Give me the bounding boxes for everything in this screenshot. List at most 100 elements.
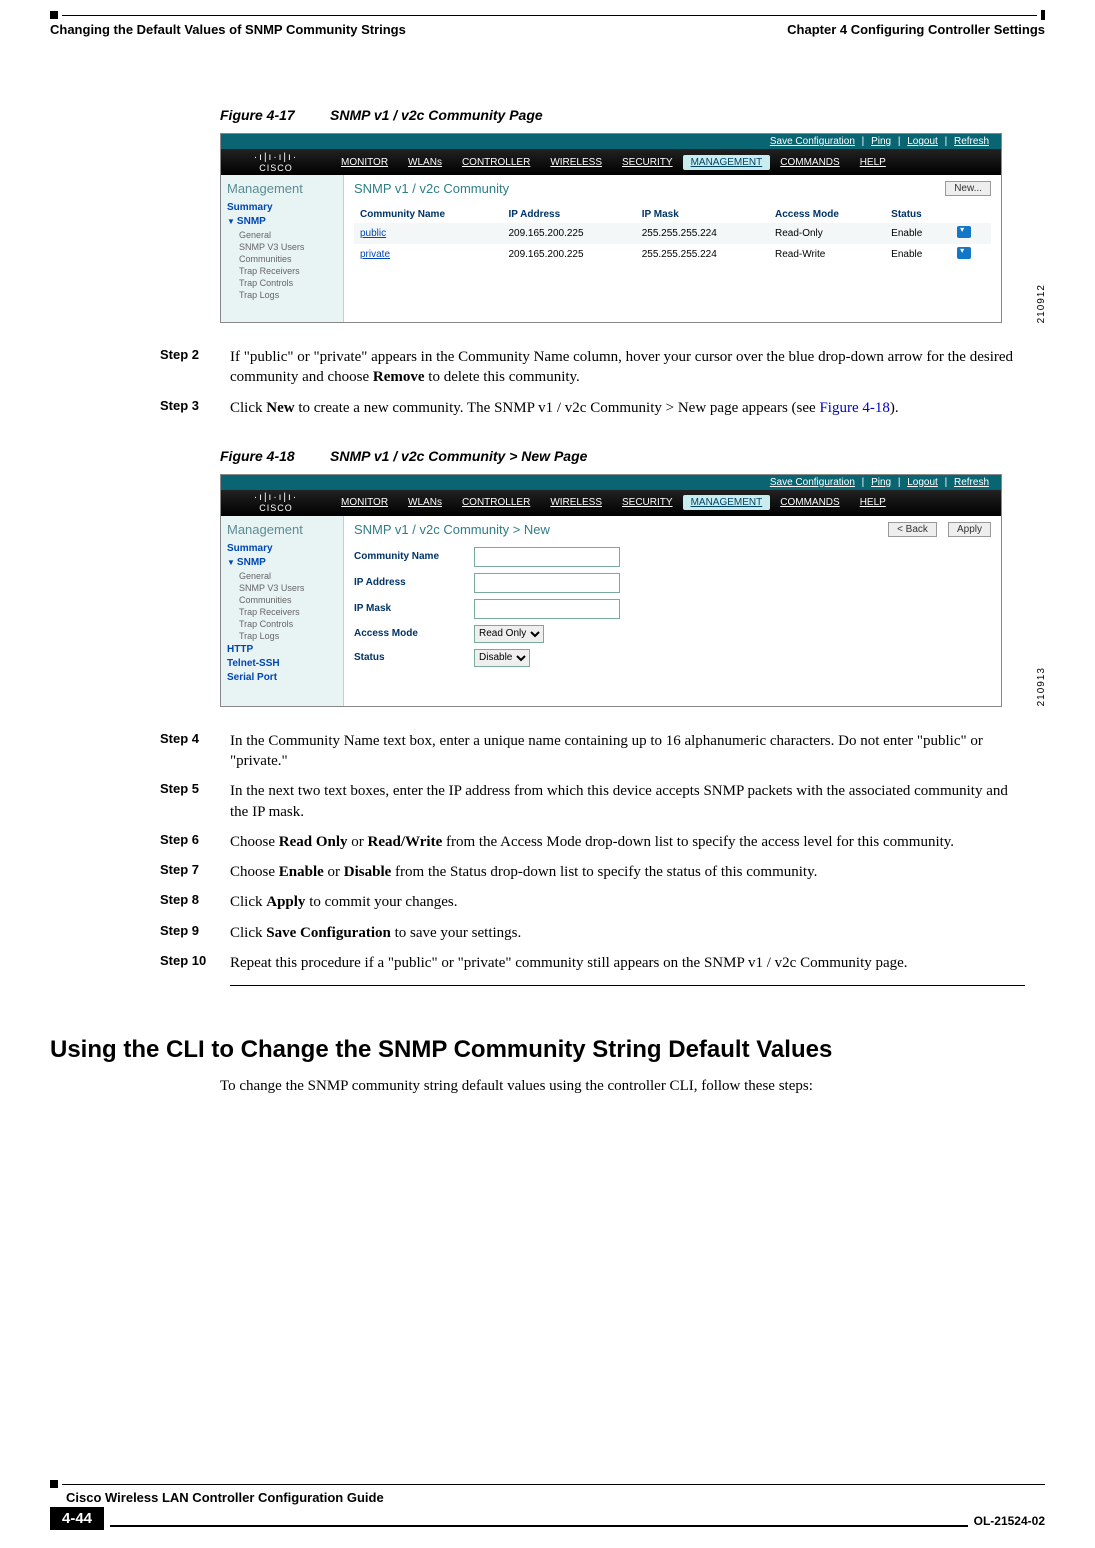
sidebar-general[interactable]: General <box>239 571 337 581</box>
sidebar-trap-receivers[interactable]: Trap Receivers <box>239 266 337 276</box>
menu-wlans[interactable]: WLANs <box>398 157 452 168</box>
refresh-link[interactable]: Refresh <box>954 136 989 147</box>
ping-link[interactable]: Ping <box>871 477 891 488</box>
step-5-text: In the next two text boxes, enter the IP… <box>230 781 1025 822</box>
community-public-link[interactable]: public <box>360 228 386 239</box>
section-end-rule <box>230 985 1025 986</box>
sidebar-communities[interactable]: Communities <box>239 254 337 264</box>
step-10-text: Repeat this procedure if a "public" or "… <box>230 953 1025 973</box>
menu-wlans[interactable]: WLANs <box>398 497 452 508</box>
cisco-logo: ·ı|ı·ı|ı· CISCO <box>221 152 331 173</box>
cisco-logo: ·ı|ı·ı|ı· CISCO <box>221 492 331 513</box>
cell-status: Enable <box>885 223 951 244</box>
apply-button[interactable]: Apply <box>948 522 991 537</box>
sidebar-trap-receivers[interactable]: Trap Receivers <box>239 607 337 617</box>
back-button[interactable]: < Back <box>888 522 937 537</box>
th-status: Status <box>885 206 951 223</box>
menu-monitor[interactable]: MONITOR <box>331 497 398 508</box>
table-row: public 209.165.200.225 255.255.255.224 R… <box>354 223 991 244</box>
cell-status: Enable <box>885 244 951 265</box>
step-7-label: Step 7 <box>160 862 230 882</box>
save-config-link[interactable]: Save Configuration <box>770 477 855 488</box>
sidebar-title: Management <box>227 181 337 196</box>
refresh-link[interactable]: Refresh <box>954 477 989 488</box>
menu-commands[interactable]: COMMANDS <box>770 157 849 168</box>
label-ip: IP Address <box>354 577 474 588</box>
access-mode-select[interactable]: Read Only <box>474 625 544 643</box>
label-access-mode: Access Mode <box>354 628 474 639</box>
sidebar-trap-logs[interactable]: Trap Logs <box>239 631 337 641</box>
menu-controller[interactable]: CONTROLLER <box>452 497 540 508</box>
cell-ip: 209.165.200.225 <box>502 223 635 244</box>
menu-help[interactable]: HELP <box>850 497 896 508</box>
ip-address-input[interactable] <box>474 573 620 593</box>
label-community-name: Community Name <box>354 551 474 562</box>
figure-4-18-caption: Figure 4-18SNMP v1 / v2c Community > New… <box>220 448 1025 464</box>
figure-4-18-xref[interactable]: Figure 4-18 <box>819 400 889 416</box>
save-config-link[interactable]: Save Configuration <box>770 136 855 147</box>
menu-commands[interactable]: COMMANDS <box>770 497 849 508</box>
community-name-input[interactable] <box>474 547 620 567</box>
th-mask: IP Mask <box>636 206 769 223</box>
menu-management[interactable]: MANAGEMENT <box>683 495 771 510</box>
new-button[interactable]: New... <box>945 181 991 196</box>
ping-link[interactable]: Ping <box>871 136 891 147</box>
sidebar-snmp[interactable]: ▼SNMP <box>227 557 337 568</box>
sidebar-2: Management Summary ▼SNMP General SNMP V3… <box>221 516 344 706</box>
sidebar-telnet[interactable]: Telnet-SSH <box>227 658 337 669</box>
label-status: Status <box>354 652 474 663</box>
menu-help[interactable]: HELP <box>850 157 896 168</box>
sidebar-trap-logs[interactable]: Trap Logs <box>239 290 337 300</box>
logout-link[interactable]: Logout <box>907 477 938 488</box>
community-table: Community Name IP Address IP Mask Access… <box>354 206 991 265</box>
status-select[interactable]: Disable <box>474 649 530 667</box>
sidebar-http[interactable]: HTTP <box>227 644 337 655</box>
page-title: SNMP v1 / v2c Community <box>354 181 509 196</box>
logout-link[interactable]: Logout <box>907 136 938 147</box>
row-dropdown-icon[interactable] <box>957 226 971 238</box>
step-6-label: Step 6 <box>160 832 230 852</box>
menu-wireless[interactable]: WIRELESS <box>540 157 612 168</box>
menu-controller[interactable]: CONTROLLER <box>452 157 540 168</box>
menu-management[interactable]: MANAGEMENT <box>683 155 771 170</box>
footer-doc-title: Cisco Wireless LAN Controller Configurat… <box>66 1490 1045 1505</box>
sidebar-summary[interactable]: Summary <box>227 202 337 213</box>
figure-4-17-caption: Figure 4-17SNMP v1 / v2c Community Page <box>220 107 1025 123</box>
page-title-new: SNMP v1 / v2c Community > New <box>354 522 550 537</box>
sidebar-general[interactable]: General <box>239 230 337 240</box>
sidebar-summary[interactable]: Summary <box>227 543 337 554</box>
sidebar-snmpv3[interactable]: SNMP V3 Users <box>239 242 337 252</box>
sidebar-trap-controls[interactable]: Trap Controls <box>239 278 337 288</box>
menu-monitor[interactable]: MONITOR <box>331 157 398 168</box>
ip-mask-input[interactable] <box>474 599 620 619</box>
step-4-label: Step 4 <box>160 731 230 772</box>
figure-id-2: 210913 <box>1036 667 1047 706</box>
cisco-top-links: Save Configuration | Ping | Logout | Ref… <box>221 134 1001 149</box>
sidebar-communities[interactable]: Communities <box>239 595 337 605</box>
community-private-link[interactable]: private <box>360 249 390 260</box>
menu-wireless[interactable]: WIRELESS <box>540 497 612 508</box>
cli-intro-text: To change the SNMP community string defa… <box>220 1078 1045 1095</box>
cisco-top-links-2: Save Configuration | Ping | Logout | Ref… <box>221 475 1001 490</box>
header-section: Changing the Default Values of SNMP Comm… <box>50 22 406 37</box>
step-10-label: Step 10 <box>160 953 230 973</box>
th-community-name: Community Name <box>354 206 502 223</box>
label-mask: IP Mask <box>354 603 474 614</box>
sidebar-snmpv3[interactable]: SNMP V3 Users <box>239 583 337 593</box>
section-heading-cli: Using the CLI to Change the SNMP Communi… <box>50 1036 1045 1064</box>
step-9-text: Click Save Configuration to save your se… <box>230 923 1025 943</box>
row-dropdown-icon[interactable] <box>957 247 971 259</box>
figure-4-17-screenshot: Save Configuration | Ping | Logout | Ref… <box>220 133 1002 323</box>
cell-mode: Read-Only <box>769 223 885 244</box>
cell-mask: 255.255.255.224 <box>636 223 769 244</box>
step-3-label: Step 3 <box>160 398 230 418</box>
sidebar: Management Summary ▼SNMP General SNMP V3… <box>221 175 344 322</box>
sidebar-snmp[interactable]: ▼SNMP <box>227 216 337 227</box>
header-chapter: Chapter 4 Configuring Controller Setting… <box>787 22 1045 37</box>
sidebar-serial[interactable]: Serial Port <box>227 672 337 683</box>
menu-security[interactable]: SECURITY <box>612 157 683 168</box>
sidebar-trap-controls[interactable]: Trap Controls <box>239 619 337 629</box>
menu-security[interactable]: SECURITY <box>612 497 683 508</box>
sidebar-title: Management <box>227 522 337 537</box>
step-3-text: Click New to create a new community. The… <box>230 398 1025 418</box>
